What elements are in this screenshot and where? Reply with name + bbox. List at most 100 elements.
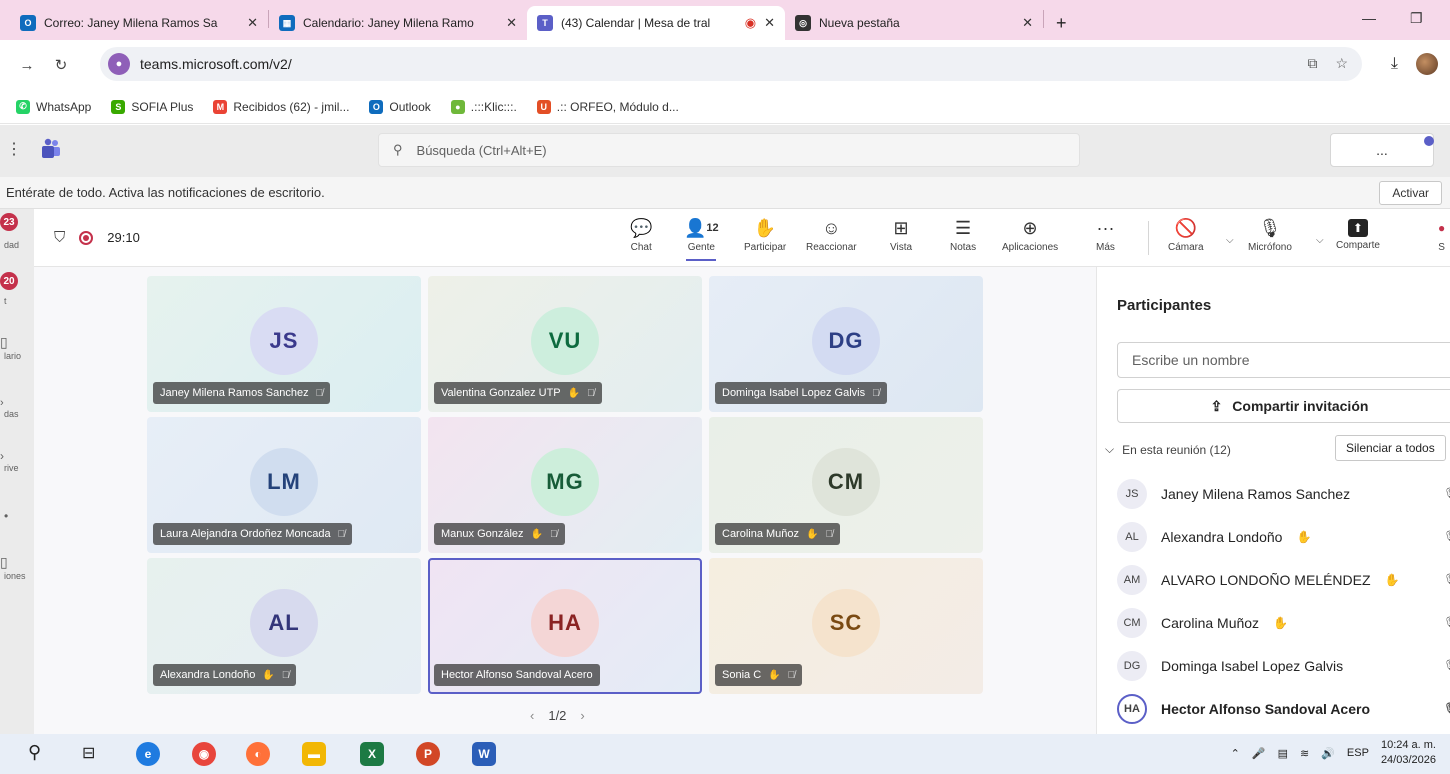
bookmark-klic[interactable]: ● .:::Klic:::. xyxy=(450,99,517,114)
more-button[interactable]: ··· Más xyxy=(1096,217,1115,254)
participant-tile[interactable]: AL Alexandra Londoño ✋ 🎙̸ xyxy=(147,558,421,694)
share-invite-button[interactable]: ⇪ Compartir invitación xyxy=(1117,389,1450,423)
network-icon[interactable]: ▤ xyxy=(1278,747,1288,760)
participant-row[interactable]: CM Carolina Muñoz ✋ 🎙 xyxy=(1117,601,1450,644)
mic-off-icon[interactable]: 🎙 xyxy=(1443,487,1450,500)
restore-icon[interactable]: ❐ xyxy=(1410,10,1423,27)
download-icon[interactable]: ⤓ xyxy=(1391,55,1398,73)
forward-icon[interactable]: → xyxy=(18,57,36,74)
rail-item-aplicaciones[interactable]: ▯ iones xyxy=(0,554,34,581)
view-button[interactable]: ⊞ Vista xyxy=(890,217,912,254)
participant-tile[interactable]: LM Laura Alejandra Ordoñez Moncada 🎙̸ xyxy=(147,417,421,553)
participant-tile[interactable]: VU Valentina Gonzalez UTP ✋ 🎙̸ xyxy=(428,276,702,412)
participant-name: Sonia C xyxy=(722,669,762,681)
activate-notifications-button[interactable]: Activar xyxy=(1379,181,1442,205)
participant-row[interactable]: JS Janey Milena Ramos Sanchez 🎙 xyxy=(1117,472,1450,515)
raise-hand-icon: ✋ xyxy=(753,217,777,238)
clock[interactable]: 10:24 a. m. 24/03/2026 xyxy=(1381,738,1436,768)
word-icon[interactable]: W xyxy=(472,742,496,766)
mic-off-icon[interactable]: 🎙 xyxy=(1443,659,1450,672)
chat-button[interactable]: 💬 Chat xyxy=(630,217,652,254)
chevron-right-icon[interactable]: › xyxy=(580,708,584,723)
reload-icon[interactable]: ↻ xyxy=(52,56,70,74)
site-info-icon[interactable]: ● xyxy=(108,53,130,75)
bookmark-gmail[interactable]: M Recibidos (62) - jmil... xyxy=(213,99,349,114)
menu-kebab-icon[interactable]: ⋮ xyxy=(6,139,22,159)
tab-teams-calendar[interactable]: T (43) Calendar | Mesa de tral ◉ ✕ xyxy=(527,6,785,40)
notes-button[interactable]: ☰ Notas xyxy=(950,217,976,254)
participant-row[interactable]: AL Alexandra Londoño ✋ 🎙 xyxy=(1117,515,1450,558)
rail-item-chat[interactable]: 20 t xyxy=(0,272,34,306)
chevron-up-icon[interactable]: ⌃ xyxy=(1231,747,1240,760)
task-view-icon[interactable]: ⊟ xyxy=(82,743,95,763)
chevron-left-icon[interactable]: ‹ xyxy=(530,708,534,723)
powerpoint-icon[interactable]: P xyxy=(416,742,440,766)
new-tab-button[interactable]: + xyxy=(1044,6,1079,40)
rail-item-activity[interactable]: 23 dad xyxy=(0,213,34,250)
rail-item-more[interactable]: • xyxy=(0,509,34,523)
participant-row[interactable]: DG Dominga Isabel Lopez Galvis 🎙 xyxy=(1117,644,1450,687)
participant-tile[interactable]: CM Carolina Muñoz ✋ 🎙̸ xyxy=(709,417,983,553)
url-text[interactable]: teams.microsoft.com/v2/ xyxy=(140,56,292,72)
close-icon[interactable]: ✕ xyxy=(247,15,258,31)
in-meeting-section[interactable]: ⌵ En esta reunión (12) xyxy=(1105,442,1231,457)
participant-row[interactable]: AM ALVARO LONDOÑO MELÉNDEZ ✋ 🎙 xyxy=(1117,558,1450,601)
chevron-down-icon[interactable]: ⌵ xyxy=(1316,235,1324,246)
address-bar[interactable]: ● teams.microsoft.com/v2/ ⧉ ☆ xyxy=(100,47,1362,81)
chrome-icon[interactable]: ◉ xyxy=(192,742,216,766)
volume-icon[interactable]: 🔊 xyxy=(1321,747,1335,760)
bookmark-orfeo[interactable]: U .:: ORFEO, Módulo d... xyxy=(536,99,679,114)
close-icon[interactable]: ✕ xyxy=(1022,15,1033,31)
chevron-down-icon[interactable]: ⌵ xyxy=(1226,235,1234,246)
excel-icon[interactable]: X xyxy=(360,742,384,766)
panel-title: Participantes xyxy=(1117,297,1212,314)
search-input[interactable]: ⚲ Búsqueda (Ctrl+Alt+E) xyxy=(378,133,1080,167)
mic-off-icon[interactable]: 🎙 xyxy=(1443,530,1450,543)
close-icon[interactable]: ✕ xyxy=(506,15,517,31)
rail-item-llamadas[interactable]: › das xyxy=(0,397,34,419)
share-button[interactable]: ⬆ Comparte xyxy=(1336,217,1380,251)
camera-button[interactable]: 🚫 Cámara xyxy=(1168,217,1204,254)
wifi-icon[interactable]: ≋ xyxy=(1300,747,1309,760)
bookmark-whatsapp[interactable]: ✆ WhatsApp xyxy=(16,99,91,114)
bookmark-outlook[interactable]: O Outlook xyxy=(369,99,431,114)
cast-icon[interactable]: ⧉ xyxy=(1307,55,1317,72)
participant-tile[interactable]: JS Janey Milena Ramos Sanchez 🎙̸ xyxy=(147,276,421,412)
language-indicator[interactable]: ESP xyxy=(1347,747,1369,759)
bookmark-star-icon[interactable]: ☆ xyxy=(1335,55,1348,72)
minimize-icon[interactable]: — xyxy=(1362,10,1376,26)
mute-all-button[interactable]: Silenciar a todos xyxy=(1335,435,1446,461)
leave-button[interactable]: ● S xyxy=(1438,217,1445,253)
tab-nueva-pestana[interactable]: ◎ Nueva pestaña ✕ xyxy=(785,6,1043,40)
search-icon[interactable]: ⚲ xyxy=(28,742,41,763)
file-explorer-icon[interactable]: ▬ xyxy=(302,742,326,766)
participant-tile[interactable]: SC Sonia C ✋ 🎙̸ xyxy=(709,558,983,694)
participant-tile[interactable]: DG Dominga Isabel Lopez Galvis 🎙̸ xyxy=(709,276,983,412)
profile-avatar[interactable] xyxy=(1416,53,1438,75)
firefox-icon[interactable]: ◐ xyxy=(246,742,270,766)
mic-off-icon[interactable]: 🎙 xyxy=(1443,573,1450,586)
edge-icon[interactable]: e xyxy=(136,742,160,766)
mic-button[interactable]: 🎙 Micrófono xyxy=(1248,217,1292,254)
rail-item-calendario[interactable]: ▯ lario xyxy=(0,334,34,361)
rail-item-onedrive[interactable]: › rive xyxy=(0,449,34,473)
close-icon[interactable]: ✕ xyxy=(764,15,775,31)
apps-button[interactable]: ⊕ Aplicaciones xyxy=(1002,217,1058,254)
participant-row[interactable]: HA Hector Alfonso Sandoval Acero 🎙 xyxy=(1117,687,1450,730)
bookmark-sofia[interactable]: S SOFIA Plus xyxy=(111,99,193,114)
people-button[interactable]: 👤 12 Gente xyxy=(684,217,719,261)
participant-search-input[interactable]: Escribe un nombre xyxy=(1117,342,1450,378)
raise-hand-button[interactable]: ✋ Participar xyxy=(744,217,786,254)
tab-calendario[interactable]: ▦ Calendario: Janey Milena Ramo ✕ xyxy=(269,6,527,40)
tab-correo[interactable]: O Correo: Janey Milena Ramos Sa ✕ xyxy=(10,6,268,40)
shield-icon[interactable]: ⛉ xyxy=(54,229,65,246)
mic-off-icon[interactable]: 🎙 xyxy=(1443,702,1450,715)
teams-logo-icon[interactable] xyxy=(40,138,62,160)
participant-tile[interactable]: HA Hector Alfonso Sandoval Acero xyxy=(428,558,702,694)
react-button[interactable]: ☺ Reaccionar xyxy=(806,217,857,254)
more-options-button[interactable]: ... xyxy=(1330,133,1434,167)
mic-tray-icon[interactable]: 🎤 xyxy=(1252,747,1266,760)
orfeo-icon: U xyxy=(536,99,551,114)
mic-off-icon[interactable]: 🎙 xyxy=(1443,616,1450,629)
participant-tile[interactable]: MG Manux González ✋ 🎙̸ xyxy=(428,417,702,553)
